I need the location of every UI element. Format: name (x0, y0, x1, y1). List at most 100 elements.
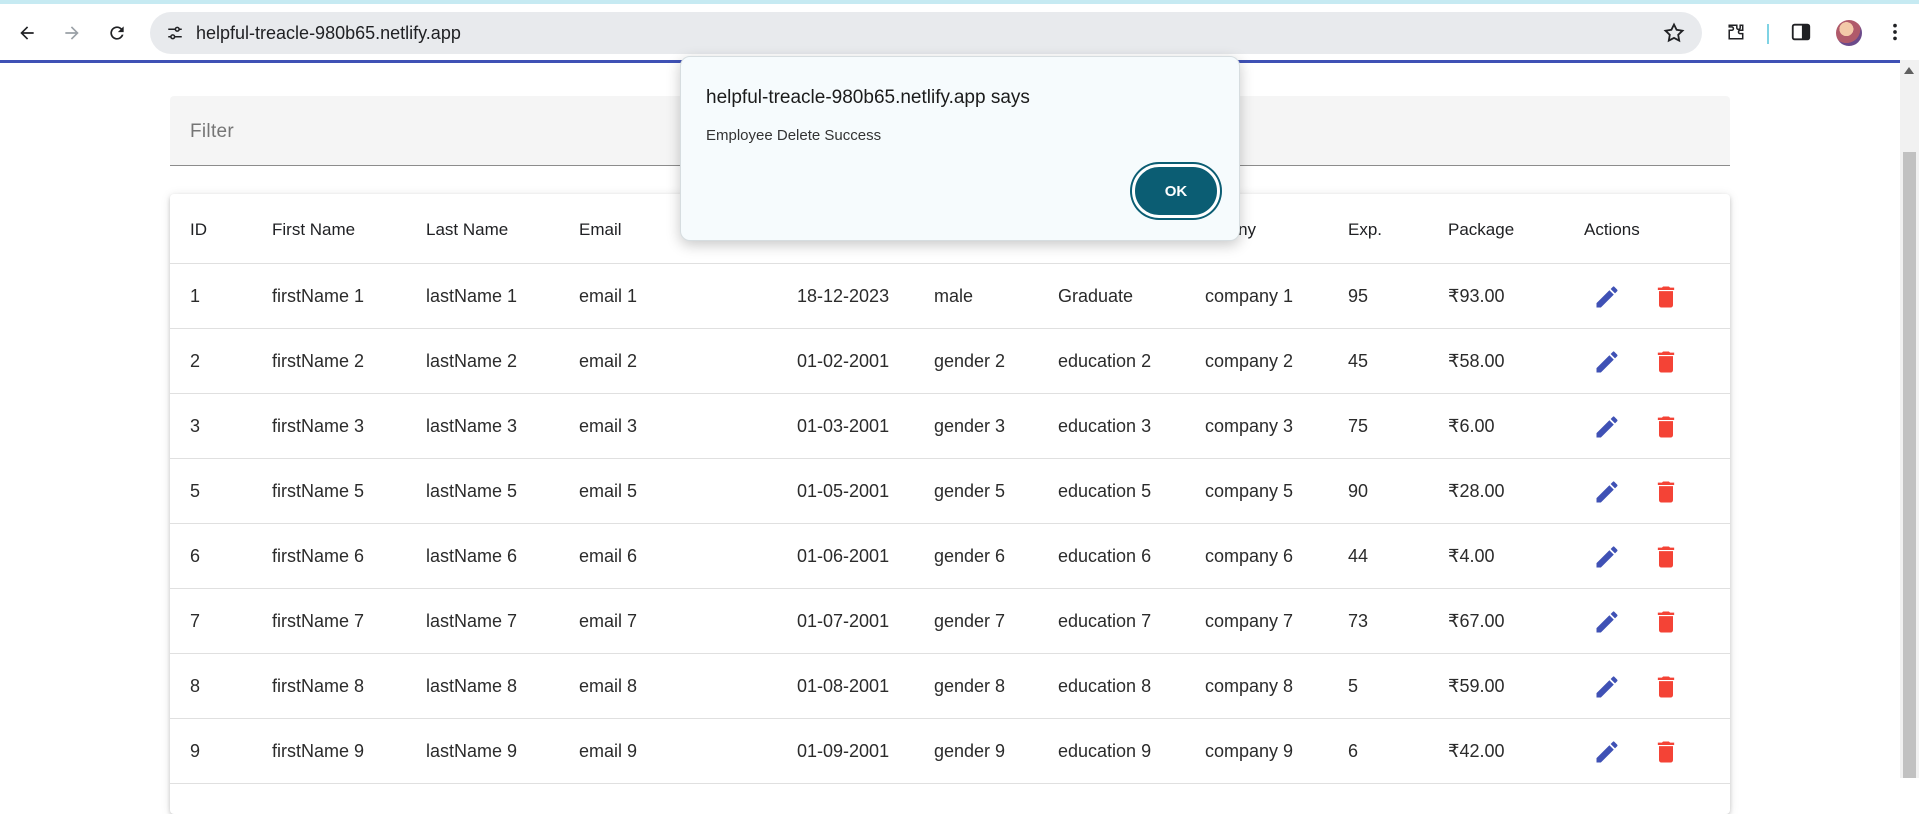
scroll-up-arrow-icon[interactable] (1904, 67, 1914, 74)
cell-first-name: firstName 8 (272, 676, 365, 696)
ok-button[interactable]: OK (1132, 164, 1220, 218)
cell-date: 01-06-2001 (797, 546, 890, 566)
col-email-header[interactable]: Email (579, 220, 622, 240)
bookmark-star-icon[interactable] (1662, 21, 1686, 45)
delete-button[interactable] (1649, 605, 1683, 639)
cell-gender: gender 2 (934, 351, 1006, 371)
cell-email: email 3 (579, 416, 638, 436)
cell-experience: 45 (1348, 351, 1369, 371)
scrollbar-thumb[interactable] (1903, 152, 1916, 778)
edit-icon (1596, 481, 1618, 503)
cell-date: 01-07-2001 (797, 611, 890, 631)
col-first-name-header[interactable]: First Name (272, 220, 355, 240)
delete-icon (1657, 546, 1675, 568)
cell-first-name: firstName 9 (272, 741, 365, 761)
cell-last-name: lastName 5 (426, 481, 518, 501)
cell-experience: 44 (1348, 546, 1369, 566)
side-panel-button[interactable] (1788, 19, 1814, 45)
cell-package: ₹4.00 (1448, 546, 1495, 566)
edit-button[interactable] (1590, 345, 1624, 379)
cell-education: education 8 (1058, 676, 1152, 696)
edit-button[interactable] (1590, 540, 1624, 574)
cell-email: email 7 (579, 611, 638, 631)
cell-gender: male (934, 286, 974, 306)
back-button[interactable] (10, 16, 44, 50)
address-bar[interactable]: helpful-treacle-980b65.netlify.app (150, 12, 1702, 54)
url-text: helpful-treacle-980b65.netlify.app (196, 23, 461, 43)
profile-avatar[interactable] (1836, 20, 1862, 46)
col-experience-header[interactable]: Exp. (1348, 220, 1382, 240)
edit-button[interactable] (1590, 280, 1624, 314)
cell-education: education 3 (1058, 416, 1152, 436)
col-last-name-header[interactable]: Last Name (426, 220, 508, 240)
cell-id: 9 (190, 741, 201, 761)
cell-gender: gender 9 (934, 741, 1006, 761)
cell-company: company 7 (1205, 611, 1294, 631)
cell-first-name: firstName 2 (272, 351, 365, 371)
cell-last-name: lastName 7 (426, 611, 518, 631)
edit-button[interactable] (1590, 605, 1624, 639)
table-row: 3 firstName 3 lastName 3 email 3 01-03-2001 g… (170, 394, 1730, 459)
delete-button[interactable] (1649, 410, 1683, 444)
edit-button[interactable] (1590, 475, 1624, 509)
edit-button[interactable] (1590, 735, 1624, 769)
edit-button[interactable] (1590, 410, 1624, 444)
table-row: 5 firstName 5 lastName 5 email 5 01-05-2001 g… (170, 459, 1730, 524)
dialog-message: Employee Delete Success (706, 127, 882, 144)
cell-id: 3 (190, 416, 201, 436)
puzzle-icon (1728, 24, 1744, 40)
delete-button[interactable] (1649, 475, 1683, 509)
table-row: 6 firstName 6 lastName 6 email 6 01-06-2001 g… (170, 524, 1730, 589)
delete-button[interactable] (1649, 540, 1683, 574)
cell-company: company 6 (1205, 546, 1294, 566)
cell-experience: 95 (1348, 286, 1369, 306)
forward-arrow-icon (65, 26, 79, 40)
cell-experience: 75 (1348, 416, 1369, 436)
edit-button[interactable] (1590, 670, 1624, 704)
forward-button[interactable] (55, 16, 89, 50)
cell-package: ₹6.00 (1448, 416, 1495, 436)
delete-button[interactable] (1649, 280, 1683, 314)
dialog-title: helpful-treacle-980b65.netlify.app says (706, 87, 1030, 108)
table-row: 7 firstName 7 lastName 7 email 7 01-07-2001 g… (170, 589, 1730, 654)
edit-icon (1596, 416, 1618, 438)
cell-experience: 5 (1348, 676, 1359, 696)
site-info-button[interactable] (162, 20, 188, 46)
col-id-header[interactable]: ID (190, 220, 207, 240)
browser-menu-button[interactable] (1882, 19, 1908, 45)
cell-company: company 3 (1205, 416, 1294, 436)
cell-date: 01-08-2001 (797, 676, 890, 696)
edit-icon (1596, 611, 1618, 633)
cell-package: ₹67.00 (1448, 611, 1505, 631)
delete-button[interactable] (1649, 670, 1683, 704)
cell-package: ₹42.00 (1448, 741, 1505, 761)
extensions-button[interactable] (1723, 19, 1749, 45)
cell-company: company 5 (1205, 481, 1294, 501)
cell-id: 2 (190, 351, 201, 371)
cell-first-name: firstName 3 (272, 416, 365, 436)
cell-email: email 2 (579, 351, 638, 371)
tune-icon (168, 26, 182, 40)
cell-education: education 6 (1058, 546, 1152, 566)
cell-id: 6 (190, 546, 201, 566)
col-package-header[interactable]: Package (1448, 220, 1514, 240)
cell-education: education 2 (1058, 351, 1152, 371)
cell-id: 8 (190, 676, 201, 696)
cell-date: 01-03-2001 (797, 416, 890, 436)
delete-icon (1657, 416, 1675, 438)
delete-button[interactable] (1649, 735, 1683, 769)
cell-id: 1 (190, 286, 201, 306)
reload-button[interactable] (100, 16, 134, 50)
delete-button[interactable] (1649, 345, 1683, 379)
delete-icon (1657, 676, 1675, 698)
cell-gender: gender 5 (934, 481, 1006, 501)
cell-education: education 5 (1058, 481, 1152, 501)
alert-dialog: helpful-treacle-980b65.netlify.app says … (680, 56, 1240, 241)
cell-first-name: firstName 1 (272, 286, 365, 306)
col-actions-header: Actions (1584, 220, 1640, 239)
edit-icon (1596, 286, 1618, 308)
side-panel-icon (1791, 23, 1811, 41)
browser-toolbar: helpful-treacle-980b65.netlify.app (0, 4, 1919, 60)
cell-email: email 5 (579, 481, 638, 501)
cell-gender: gender 8 (934, 676, 1006, 696)
